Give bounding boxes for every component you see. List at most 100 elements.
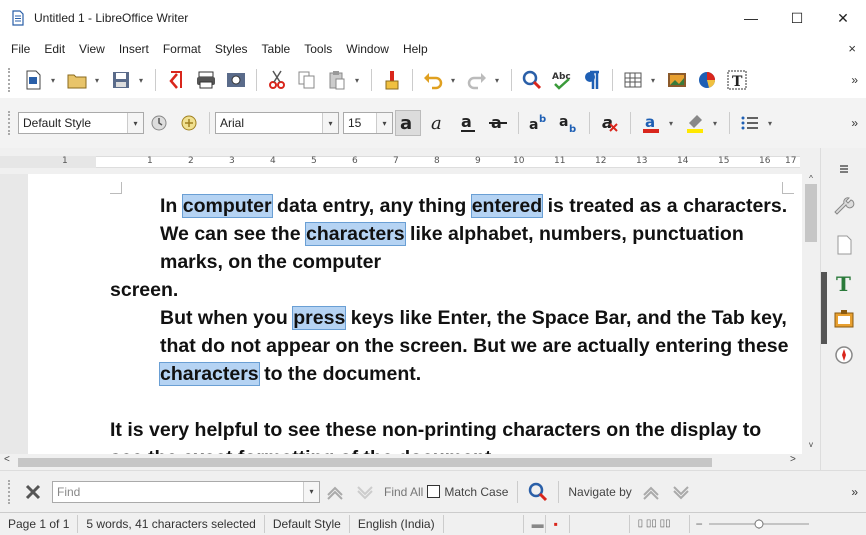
highlight-dropdown-icon[interactable]: ▾: [710, 110, 720, 136]
menu-format[interactable]: Format: [156, 36, 208, 62]
menu-styles[interactable]: Styles: [208, 36, 255, 62]
print-icon[interactable]: [193, 67, 219, 93]
paragraph[interactable]: It is very helpful to see these non-prin…: [110, 416, 790, 454]
paste-dropdown-icon[interactable]: ▾: [352, 67, 362, 93]
menu-file[interactable]: File: [4, 36, 37, 62]
paragraph[interactable]: But when you press keys like Enter, the …: [110, 304, 790, 388]
menu-view[interactable]: View: [72, 36, 112, 62]
language[interactable]: English (India): [350, 515, 444, 533]
cut-icon[interactable]: [264, 67, 290, 93]
horizontal-scroll-thumb[interactable]: [18, 458, 712, 467]
document-modified-icon[interactable]: ▪: [546, 515, 570, 533]
document-page[interactable]: In computer data entry, any thing entere…: [28, 174, 802, 454]
page-style[interactable]: Default Style: [265, 515, 350, 533]
menu-insert[interactable]: Insert: [112, 36, 156, 62]
zoom-slider[interactable]: [708, 517, 809, 531]
insert-table-icon[interactable]: [620, 67, 646, 93]
vertical-scroll-thumb[interactable]: [805, 184, 817, 242]
selection-mode-icon[interactable]: ▬: [524, 515, 546, 533]
sidebar-menu-icon[interactable]: [831, 156, 857, 182]
close-find-icon[interactable]: [20, 479, 46, 505]
navigate-previous-icon[interactable]: [638, 479, 664, 505]
save-icon[interactable]: [108, 67, 134, 93]
font-color-icon[interactable]: a: [638, 110, 664, 136]
bold-icon[interactable]: a: [395, 110, 421, 136]
insert-chart-icon[interactable]: [694, 67, 720, 93]
page-icon[interactable]: [831, 232, 857, 258]
list-dropdown-icon[interactable]: ▾: [765, 110, 775, 136]
maximize-button[interactable]: ☐: [774, 0, 820, 36]
save-dropdown-icon[interactable]: ▾: [136, 67, 146, 93]
new-document-icon[interactable]: [20, 67, 46, 93]
view-layout-icon[interactable]: ▯ ▯▯ ▯▯: [630, 515, 690, 533]
update-style-icon[interactable]: [146, 110, 172, 136]
menu-table[interactable]: Table: [255, 36, 298, 62]
find-input[interactable]: Find ▾: [52, 480, 320, 503]
font-size-select[interactable]: 15 ▾: [343, 112, 393, 134]
horizontal-ruler[interactable]: 1 1 2 3 4 5 6 7 8 9 10 11 12 13 14 15 16…: [0, 148, 820, 174]
scroll-right-button[interactable]: >: [790, 454, 796, 465]
undo-dropdown-icon[interactable]: ▾: [448, 67, 458, 93]
close-button[interactable]: ✕: [820, 0, 866, 36]
chevron-down-icon[interactable]: ▾: [322, 113, 338, 133]
vertical-scrollbar[interactable]: ^ v: [802, 174, 820, 454]
new-dropdown-icon[interactable]: ▾: [48, 67, 58, 93]
chevron-down-icon[interactable]: ▾: [303, 481, 319, 502]
find-replace-icon[interactable]: [519, 67, 545, 93]
spelling-icon[interactable]: Abc: [549, 67, 575, 93]
redo-icon[interactable]: [464, 67, 490, 93]
print-preview-icon[interactable]: [223, 67, 249, 93]
insert-image-icon[interactable]: [664, 67, 690, 93]
insert-textbox-icon[interactable]: T: [724, 67, 750, 93]
italic-icon[interactable]: a: [425, 110, 451, 136]
zoom-out-icon[interactable]: −: [690, 517, 709, 531]
paragraph[interactable]: In computer data entry, any thing entere…: [110, 192, 790, 276]
navigate-next-icon[interactable]: [668, 479, 694, 505]
document-text[interactable]: In computer data entry, any thing entere…: [110, 192, 790, 454]
font-color-dropdown-icon[interactable]: ▾: [666, 110, 676, 136]
horizontal-scrollbar[interactable]: < >: [0, 454, 820, 470]
redo-dropdown-icon[interactable]: ▾: [492, 67, 502, 93]
minimize-button[interactable]: —: [728, 0, 774, 36]
subscript-icon[interactable]: ab: [556, 110, 582, 136]
blank-paragraph[interactable]: [110, 388, 790, 416]
toolbar-grip[interactable]: [8, 111, 12, 135]
paste-icon[interactable]: [324, 67, 350, 93]
formatting-toolbar-overflow[interactable]: »: [851, 116, 858, 130]
paragraph[interactable]: screen.: [110, 276, 790, 304]
find-toolbar-overflow[interactable]: »: [851, 485, 858, 499]
navigator-icon[interactable]: [831, 342, 857, 368]
toolbar-grip[interactable]: [8, 479, 12, 504]
superscript-icon[interactable]: ab: [526, 110, 552, 136]
strikethrough-icon[interactable]: a: [485, 110, 511, 136]
open-icon[interactable]: [64, 67, 90, 93]
properties-wrench-icon[interactable]: [831, 194, 857, 220]
close-document-button[interactable]: ×: [848, 41, 856, 56]
insert-table-dropdown-icon[interactable]: ▾: [648, 67, 658, 93]
clear-formatting-icon[interactable]: a: [597, 110, 623, 136]
new-style-icon[interactable]: [176, 110, 202, 136]
export-pdf-icon[interactable]: [163, 67, 189, 93]
clone-formatting-icon[interactable]: [379, 67, 405, 93]
word-count[interactable]: 5 words, 41 characters selected: [78, 515, 265, 533]
match-case-checkbox[interactable]: [427, 485, 441, 498]
formatting-marks-icon[interactable]: [579, 67, 605, 93]
menu-help[interactable]: Help: [396, 36, 435, 62]
toolbar-grip[interactable]: [8, 68, 12, 92]
find-previous-icon[interactable]: [322, 479, 348, 505]
page-count[interactable]: Page 1 of 1: [0, 515, 79, 533]
chevron-down-icon[interactable]: ▾: [127, 113, 143, 133]
styles-icon[interactable]: T: [831, 270, 857, 296]
undo-icon[interactable]: [420, 67, 446, 93]
open-dropdown-icon[interactable]: ▾: [92, 67, 102, 93]
insert-mode[interactable]: [444, 515, 524, 533]
highlight-color-icon[interactable]: [682, 110, 708, 136]
menu-tools[interactable]: Tools: [297, 36, 339, 62]
standard-toolbar-overflow[interactable]: »: [851, 73, 858, 87]
menu-edit[interactable]: Edit: [37, 36, 72, 62]
chevron-down-icon[interactable]: ▾: [376, 113, 392, 133]
find-all-button[interactable]: Find All: [384, 485, 423, 499]
paragraph-style-select[interactable]: Default Style ▾: [18, 112, 144, 134]
scroll-left-button[interactable]: <: [4, 454, 10, 465]
copy-icon[interactable]: [294, 67, 320, 93]
